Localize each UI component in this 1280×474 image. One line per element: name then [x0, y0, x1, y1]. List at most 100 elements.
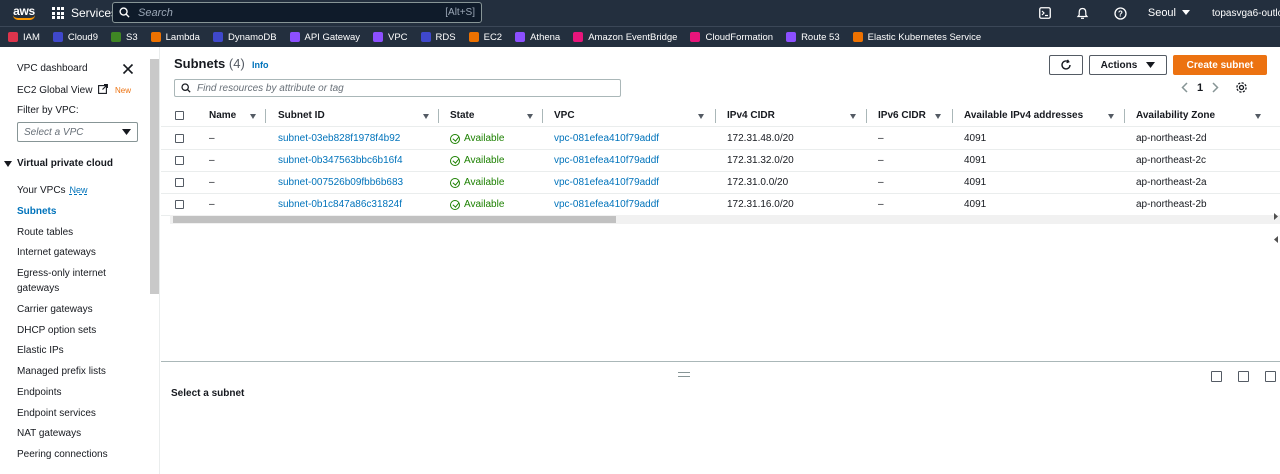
split-panel-divider[interactable]: [161, 361, 1280, 362]
favorite-route-53[interactable]: Route 53: [786, 32, 840, 43]
actions-button[interactable]: Actions: [1089, 55, 1167, 75]
panel-bottom-icon[interactable]: [1211, 371, 1222, 382]
section-virtual-private-cloud[interactable]: Virtual private cloud: [4, 158, 113, 169]
favorite-s3[interactable]: S3: [111, 32, 138, 43]
favorite-iam[interactable]: IAM: [8, 32, 40, 43]
sidebar-item-subnets[interactable]: Subnets: [17, 206, 56, 217]
scrollbar-thumb[interactable]: [173, 216, 616, 223]
column-divider[interactable]: [438, 109, 439, 123]
favorite-amazon-eventbridge[interactable]: Amazon EventBridge: [573, 32, 677, 43]
chevron-right-icon[interactable]: [1212, 82, 1219, 93]
row-checkbox[interactable]: [175, 200, 184, 209]
sidebar-item-dhcp-option-sets[interactable]: DHCP option sets: [17, 325, 96, 336]
sort-caret-icon[interactable]: [935, 114, 941, 119]
sidebar-item-route-tables[interactable]: Route tables: [17, 227, 73, 238]
panel-hide-icon[interactable]: [1265, 371, 1276, 382]
column-divider[interactable]: [952, 109, 953, 123]
column-divider[interactable]: [542, 109, 543, 123]
sidebar-scrollbar[interactable]: [150, 59, 159, 294]
select-all-checkbox[interactable]: [175, 111, 184, 120]
sidebar-item-managed-prefix-lists[interactable]: Managed prefix lists: [17, 366, 106, 377]
section-label: Virtual private cloud: [17, 158, 113, 169]
column-divider[interactable]: [265, 109, 266, 123]
sort-caret-icon[interactable]: [423, 114, 429, 119]
sidebar-item-elastic-ips[interactable]: Elastic IPs: [17, 345, 64, 356]
table-row[interactable]: – subnet-0b1c847a86c31824f Available vpc-08…: [161, 194, 1280, 216]
column-header-vpc[interactable]: VPC: [554, 110, 575, 121]
aws-logo[interactable]: aws: [0, 0, 44, 26]
column-divider[interactable]: [1124, 109, 1125, 123]
bell-icon[interactable]: [1076, 6, 1090, 20]
info-link[interactable]: Info: [252, 60, 269, 70]
sort-caret-icon[interactable]: [1255, 114, 1261, 119]
cell-vpc[interactable]: vpc-081efea410f79addf: [554, 199, 659, 210]
sidebar-item-egress-only-internet[interactable]: Egress-only internet: [17, 268, 106, 279]
global-search-input[interactable]: Search [Alt+S]: [112, 2, 482, 23]
column-header-availability-zone[interactable]: Availability Zone: [1136, 110, 1215, 121]
cloudshell-icon[interactable]: [1038, 6, 1052, 20]
favorite-vpc[interactable]: VPC: [373, 32, 408, 43]
sidebar-item-carrier-gateways[interactable]: Carrier gateways: [17, 304, 93, 315]
account-menu[interactable]: topasvga6-outlook: [1212, 8, 1280, 19]
horizontal-scrollbar[interactable]: [170, 215, 1280, 224]
sort-caret-icon[interactable]: [527, 114, 533, 119]
sidebar-item-ec2-global-view[interactable]: EC2 Global View New: [17, 84, 131, 96]
favorite-elastic-kubernetes-service[interactable]: Elastic Kubernetes Service: [852, 32, 981, 43]
cell-subnet-id[interactable]: subnet-007526b09fbb6b683: [278, 177, 403, 188]
row-checkbox[interactable]: [175, 178, 184, 187]
cell-vpc[interactable]: vpc-081efea410f79addf: [554, 177, 659, 188]
gear-icon[interactable]: [1235, 81, 1248, 94]
chevron-left-icon[interactable]: [1181, 82, 1188, 93]
refresh-button[interactable]: [1049, 55, 1083, 75]
cell-subnet-id[interactable]: subnet-0b347563bbc6b16f4: [278, 155, 403, 166]
sidebar-item-vpc-dashboard[interactable]: VPC dashboard: [17, 63, 88, 74]
services-menu-button[interactable]: Services: [52, 6, 117, 20]
page-number[interactable]: 1: [1197, 82, 1203, 94]
favorite-dynamodb[interactable]: DynamoDB: [212, 32, 277, 43]
cell-vpc[interactable]: vpc-081efea410f79addf: [554, 155, 659, 166]
row-checkbox[interactable]: [175, 134, 184, 143]
sort-caret-icon[interactable]: [850, 114, 856, 119]
sort-caret-icon[interactable]: [1108, 114, 1114, 119]
table-row[interactable]: – subnet-007526b09fbb6b683 Available vpc-08…: [161, 172, 1280, 194]
resource-filter-input[interactable]: Find resources by attribute or tag: [174, 79, 621, 97]
drag-handle-icon[interactable]: [678, 372, 690, 377]
sidebar-item-endpoint-services[interactable]: Endpoint services: [17, 408, 96, 419]
column-divider[interactable]: [715, 109, 716, 123]
close-icon[interactable]: [122, 63, 134, 75]
panel-side-icon[interactable]: [1238, 371, 1249, 382]
column-header-available-ipv4[interactable]: Available IPv4 addresses: [964, 110, 1083, 121]
sidebar-item-internet-gateways[interactable]: Internet gateways: [17, 247, 96, 258]
sort-caret-icon[interactable]: [698, 114, 704, 119]
sidebar-item-your-vpcs[interactable]: Your VPCs New: [17, 185, 88, 196]
create-subnet-button[interactable]: Create subnet: [1173, 55, 1267, 75]
row-checkbox[interactable]: [175, 156, 184, 165]
favorite-cloudformation[interactable]: CloudFormation: [690, 32, 773, 43]
column-header-ipv6-cidr[interactable]: IPv6 CIDR: [878, 110, 926, 121]
cell-subnet-id[interactable]: subnet-0b1c847a86c31824f: [278, 199, 402, 210]
favorite-ec2[interactable]: EC2: [468, 32, 502, 43]
table-row[interactable]: – subnet-0b347563bbc6b16f4 Available vpc-08…: [161, 150, 1280, 172]
cell-vpc[interactable]: vpc-081efea410f79addf: [554, 133, 659, 144]
column-header-state[interactable]: State: [450, 110, 474, 121]
column-header-subnet-id[interactable]: Subnet ID: [278, 110, 325, 121]
sidebar-item-peering-connections[interactable]: Peering connections: [17, 449, 108, 460]
scroll-arrows-icon[interactable]: [1271, 213, 1280, 243]
favorite-athena[interactable]: Athena: [515, 32, 560, 43]
vpc-filter-select[interactable]: Select a VPC: [17, 122, 138, 142]
sidebar-item-nat-gateways[interactable]: NAT gateways: [17, 428, 81, 439]
column-header-ipv4-cidr[interactable]: IPv4 CIDR: [727, 110, 775, 121]
sort-caret-icon[interactable]: [250, 114, 256, 119]
sidebar-item-endpoints[interactable]: Endpoints: [17, 387, 61, 398]
favorite-lambda[interactable]: Lambda: [150, 32, 200, 43]
cell-subnet-id[interactable]: subnet-03eb828f1978f4b92: [278, 133, 400, 144]
sidebar-item-gateways[interactable]: gateways: [17, 283, 59, 294]
favorite-api-gateway[interactable]: API Gateway: [289, 32, 360, 43]
help-icon[interactable]: ?: [1114, 6, 1128, 20]
favorite-rds[interactable]: RDS: [420, 32, 456, 43]
favorite-cloud9[interactable]: Cloud9: [52, 32, 98, 43]
table-row[interactable]: – subnet-03eb828f1978f4b92 Available vpc-08…: [161, 128, 1280, 150]
column-header-name[interactable]: Name: [209, 110, 236, 121]
region-selector[interactable]: Seoul: [1148, 7, 1190, 19]
column-divider[interactable]: [866, 109, 867, 123]
